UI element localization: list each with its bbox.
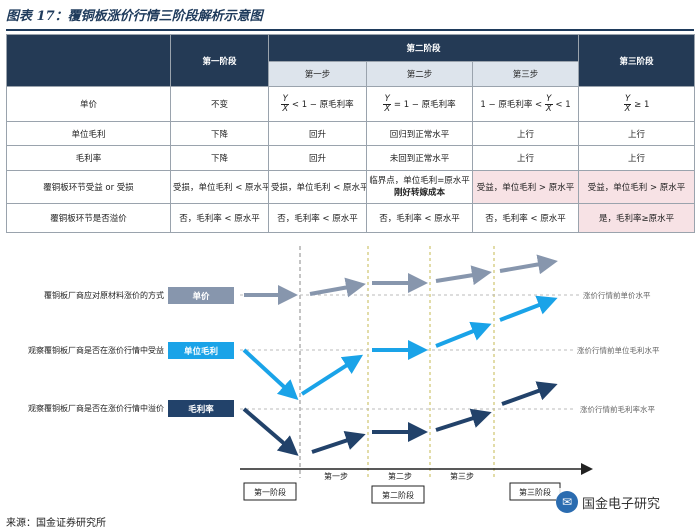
arrow-rate-stage3 — [501, 381, 558, 406]
figure-title: 图表 17：覆铜板涨价行情三阶段解析示意图 — [6, 9, 263, 24]
row-label: 覆铜板环节受益 or 受损 — [6, 170, 171, 204]
fraction: YX — [281, 93, 290, 114]
arrow-rate-stage1 — [242, 407, 299, 456]
step-label-3: 第三步 — [450, 471, 474, 481]
stage-box-3-label: 第三阶段 — [519, 487, 551, 497]
row-unit-margin: 单位毛利 下降 回升 回归到正常水平 上行 上行 — [6, 121, 696, 146]
step-label-1: 第一步 — [324, 471, 348, 481]
stage-box-1-label: 第一阶段 — [254, 487, 286, 497]
cell: 受损，单位毛利 < 原水平 — [170, 170, 269, 204]
cell: YX < 1 − 原毛利率 — [268, 86, 367, 122]
arrow-unit-step3 — [435, 321, 492, 348]
step-label-2: 第二步 — [388, 471, 412, 481]
header-step3: 第三步 — [471, 61, 580, 87]
source-footer: 来源：国金证券研究所 — [6, 518, 106, 529]
right-label-margin-rate: 涨价行情前毛利率水平 — [580, 404, 655, 414]
arrow-rate-step1 — [311, 430, 366, 454]
cell: 回升 — [268, 145, 367, 171]
row-label: 单价 — [6, 86, 171, 122]
cell: 下降 — [170, 121, 269, 146]
right-label-unit-margin: 涨价行情前单位毛利水平 — [577, 345, 660, 355]
left-label-price: 覆铜板厂商应对原材料涨价的方式 — [44, 290, 164, 300]
stage-box-2-label: 第二阶段 — [382, 490, 414, 500]
cell: 受损，单位毛利 < 原水平 — [268, 170, 367, 204]
cell: 下降 — [170, 145, 269, 171]
cell: 上行 — [578, 121, 696, 146]
row-price: 单价 不变 YX < 1 − 原毛利率 YX = 1 − 原毛利率 1 − 原毛… — [6, 86, 696, 122]
header-stage3: 第三阶段 — [578, 34, 696, 87]
header-stage2: 第二阶段 — [267, 34, 580, 62]
tag-unit-margin-label: 单位毛利 — [184, 346, 218, 357]
cell: 是，毛利率≥原水平 — [578, 203, 696, 233]
fraction: YX — [623, 93, 632, 114]
cell: YX ≥ 1 — [578, 86, 696, 122]
watermark: ✉ 国金电子研究 — [556, 488, 696, 516]
left-label-unit-margin: 观察覆铜板厂商是否在涨价行情中受益 — [28, 345, 164, 355]
left-label-margin-rate: 观察覆铜板厂商是否在涨价行情中溢价 — [28, 403, 164, 413]
cell: YX = 1 − 原毛利率 — [366, 86, 473, 122]
arrow-unit-step1 — [300, 354, 364, 396]
cell: 1 − 原毛利率 < YX < 1 — [471, 86, 580, 122]
cell: 否，毛利率 < 原水平 — [366, 203, 473, 233]
arrow-unit-stage3 — [499, 295, 558, 322]
arrow-unit-stage1 — [242, 348, 299, 401]
watermark-text: 国金电子研究 — [582, 496, 661, 512]
header-step2: 第二步 — [366, 61, 473, 87]
stage-diagram: 覆铜板厂商应对原材料涨价的方式 观察覆铜板厂商是否在涨价行情中受益 观察覆铜板厂… — [28, 246, 660, 504]
header-stage1: 第一阶段 — [170, 34, 269, 87]
cell: 临界点，单位毛利=原水平 刚好转嫁成本 — [366, 170, 473, 204]
right-label-price: 涨价行情前单价水平 — [583, 290, 651, 300]
arrow-rate-step3 — [435, 408, 492, 432]
arrow-price-step3 — [435, 265, 492, 286]
tag-margin-rate-label: 毛利率 — [188, 404, 214, 415]
chat-icon: ✉ — [556, 491, 578, 513]
cell: 上行 — [578, 145, 696, 171]
arrow-price-step1 — [309, 277, 366, 298]
arrow-price-stage3 — [499, 254, 558, 275]
row-benefit: 覆铜板环节受益 or 受损 受损，单位毛利 < 原水平 受损，单位毛利 < 原水… — [6, 170, 696, 204]
row-label: 单位毛利 — [6, 121, 171, 146]
cell: 不变 — [170, 86, 269, 122]
cell: 上行 — [471, 145, 580, 171]
title-rule — [6, 29, 694, 31]
fraction: YX — [544, 93, 553, 114]
cell: 未回到正常水平 — [366, 145, 473, 171]
row-label: 毛利率 — [6, 145, 171, 171]
tag-price-label: 单价 — [192, 291, 210, 302]
cell: 否，毛利率 < 原水平 — [471, 203, 580, 233]
row-label: 覆铜板环节是否溢价 — [6, 203, 171, 233]
stage-table: 第一阶段 第二阶段 第三阶段 第一步 第二步 第三步 单价 不变 YX < 1 … — [6, 34, 696, 233]
header-step1: 第一步 — [268, 61, 367, 87]
cell: 否，毛利率 < 原水平 — [268, 203, 367, 233]
cell: 受益，单位毛利 > 原水平 — [578, 170, 696, 204]
row-premium: 覆铜板环节是否溢价 否，毛利率 < 原水平 否，毛利率 < 原水平 否，毛利率 … — [6, 203, 696, 233]
corner-cell — [6, 34, 171, 87]
cell: 否，毛利率 < 原水平 — [170, 203, 269, 233]
cell: 回归到正常水平 — [366, 121, 473, 146]
fraction: YX — [383, 93, 392, 114]
cell: 受益，单位毛利 > 原水平 — [471, 170, 580, 204]
cell: 上行 — [471, 121, 580, 146]
row-margin-rate: 毛利率 下降 回升 未回到正常水平 上行 上行 — [6, 145, 696, 171]
cell: 回升 — [268, 121, 367, 146]
